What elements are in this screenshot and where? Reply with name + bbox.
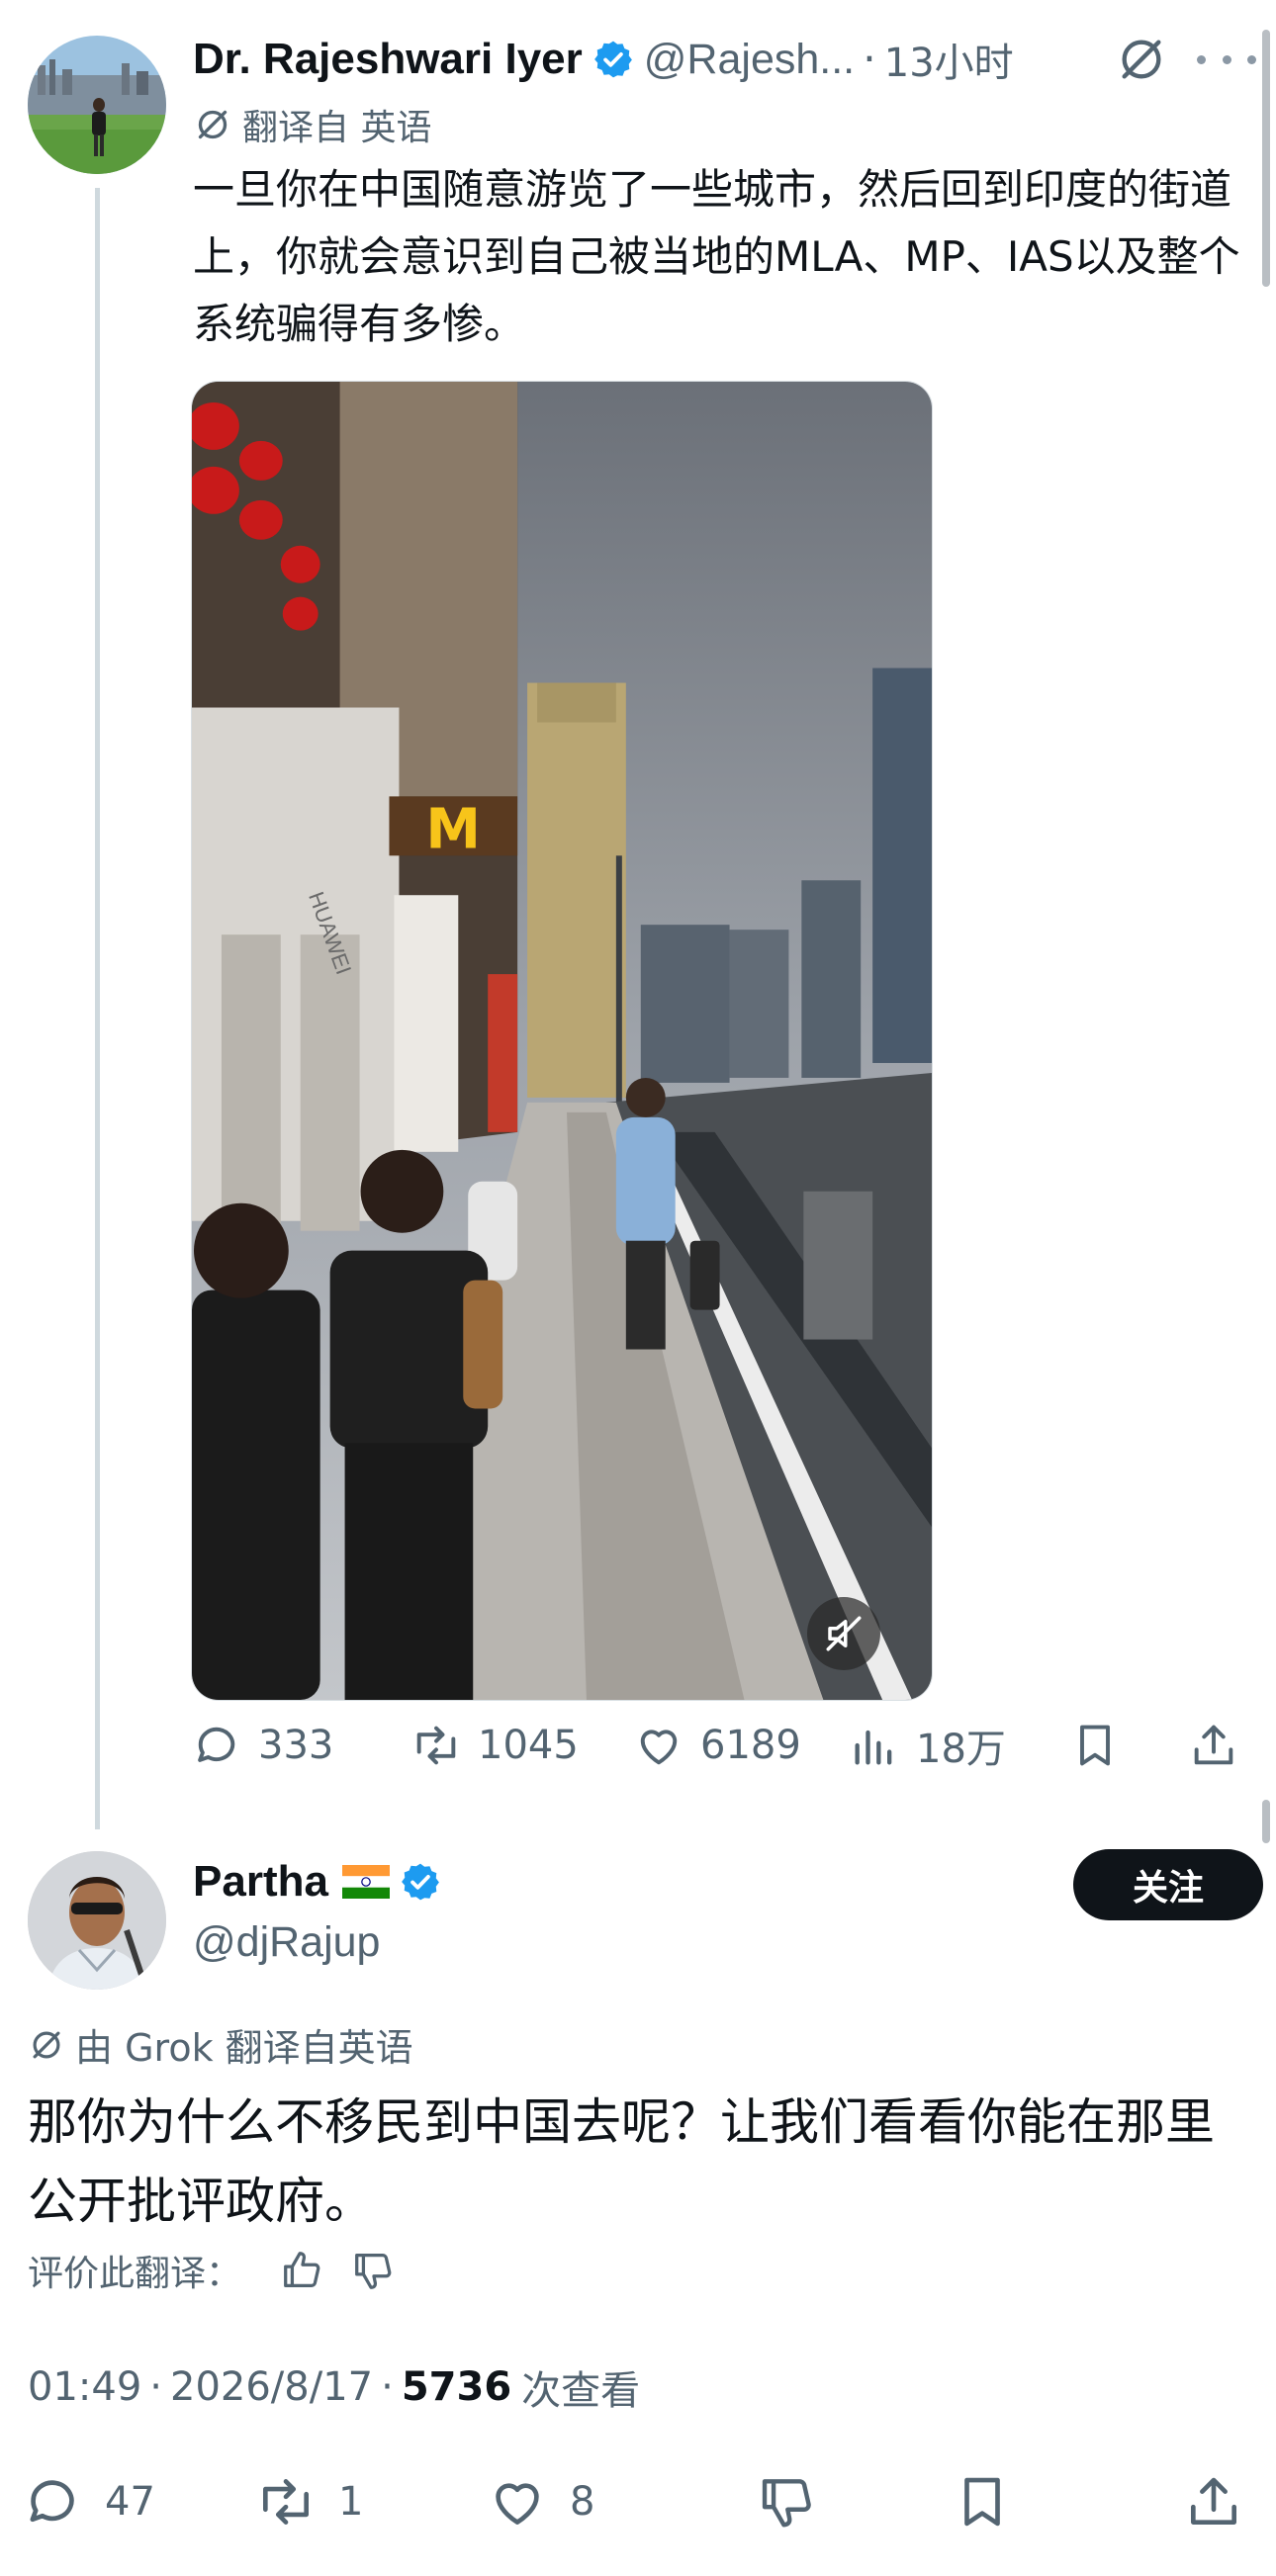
reply-time[interactable]: 01:49 (28, 2364, 141, 2410)
grok-icon (33, 2031, 60, 2058)
views-icon (855, 1730, 892, 1765)
views-button[interactable]: 18万 (849, 1711, 1006, 1780)
reply-views-label: 次查看 (521, 2368, 641, 2414)
reply-author-handle[interactable]: @djRajup (193, 1918, 380, 1967)
grok-translation-label: 由 Grok 翻译自英语 (28, 2017, 413, 2072)
tweet-action-bar: 333 1045 6189 18万 (191, 1711, 1249, 1780)
reply-author-name[interactable]: Partha (193, 1857, 328, 1907)
more-icon[interactable] (1197, 34, 1256, 85)
grok-icon (198, 110, 228, 139)
share-button[interactable] (1188, 1711, 1255, 1780)
thread-connector-line (95, 188, 100, 1829)
reply-author-avatar[interactable] (28, 1851, 166, 1990)
tweet-video[interactable]: M HUAWEI (191, 381, 933, 1701)
verified-icon (592, 39, 634, 80)
reply-like-count: 8 (570, 2479, 595, 2525)
india-flag-icon (341, 1865, 390, 1899)
rate-translation: 评价此翻译： (28, 2245, 396, 2296)
bookmark-button[interactable] (1069, 1711, 1137, 1780)
reply-date[interactable]: 2026/8/17 (170, 2364, 373, 2410)
thumbs-down-icon[interactable] (350, 2248, 396, 2293)
translation-label: 翻译自 英语 (193, 99, 431, 150)
reply-header: Partha (193, 1857, 441, 1907)
share-icon (1191, 2477, 1236, 2525)
like-count: 6189 (700, 1723, 801, 1768)
bookmark-icon (964, 2477, 1000, 2527)
like-icon (640, 1730, 678, 1765)
svg-text:M: M (425, 797, 481, 861)
tweet-header: Dr. Rajeshwari Iyer @Rajesh... · 13小时 (193, 28, 1014, 91)
reply-like-button[interactable]: 8 (487, 2462, 594, 2541)
reply-text: 那你为什么不移民到中国去呢？让我们看看你能在那里公开批评政府。 (28, 2093, 1215, 2230)
reply-share-button[interactable] (1183, 2462, 1266, 2541)
tweet-time[interactable]: 13小时 (884, 31, 1014, 88)
reply-icon (30, 2480, 74, 2523)
repost-icon (416, 1726, 456, 1765)
reply-repost-count: 1 (338, 2479, 364, 2525)
reply-reply-count: 47 (105, 2479, 155, 2525)
author-avatar[interactable] (28, 36, 166, 174)
reply-icon (198, 1727, 235, 1762)
rate-translation-label: 评价此翻译： (28, 2254, 242, 2294)
views-count: 18万 (916, 1727, 1006, 1772)
scrollbar-thumb-bottom[interactable] (1262, 1800, 1270, 1843)
bookmark-icon (1080, 1725, 1110, 1766)
thumbs-down-icon (762, 2479, 811, 2528)
scrollbar-thumb-top[interactable] (1262, 30, 1270, 287)
translation-label-text: 翻译自 英语 (242, 108, 432, 148)
separator-dot: · (863, 35, 876, 84)
repost-button[interactable]: 1045 (410, 1711, 579, 1780)
tweet-text: 一旦你在中国随意游览了一些城市，然后回到印度的街道上，你就会意识到自己被当地的M… (193, 165, 1240, 348)
like-button[interactable]: 6189 (633, 1711, 801, 1780)
reply-bookmark-button[interactable] (952, 2462, 1035, 2541)
mute-icon[interactable] (807, 1597, 880, 1670)
grok-icon[interactable] (1116, 34, 1167, 85)
verified-icon (400, 1861, 441, 1903)
repost-count: 1045 (478, 1723, 579, 1768)
reply-count: 333 (258, 1723, 334, 1768)
reply-button[interactable]: 333 (191, 1711, 333, 1780)
reply-reply-button[interactable]: 47 (22, 2462, 155, 2541)
share-icon (1194, 1725, 1233, 1765)
thumbs-up-icon[interactable] (279, 2248, 324, 2293)
reply-views-count: 5736 (401, 2364, 512, 2410)
like-icon (496, 2483, 539, 2525)
follow-button[interactable]: 关注 (1073, 1849, 1263, 1920)
video-frame: M HUAWEI (192, 382, 932, 1700)
reply-meta: 01:49 · 2026/8/17 · 5736 次查看 (28, 2358, 640, 2416)
meta-separator: · (381, 2364, 394, 2410)
repost-icon (263, 2479, 309, 2525)
author-handle[interactable]: @Rajesh... (644, 36, 855, 84)
meta-separator: · (149, 2364, 162, 2410)
author-name[interactable]: Dr. Rajeshwari Iyer (193, 35, 583, 84)
grok-translation-text: 由 Grok 翻译自英语 (75, 2026, 413, 2070)
dislike-button[interactable] (756, 2462, 839, 2541)
reply-repost-button[interactable]: 1 (255, 2462, 363, 2541)
reply-action-bar: 47 1 8 (0, 2462, 1276, 2541)
